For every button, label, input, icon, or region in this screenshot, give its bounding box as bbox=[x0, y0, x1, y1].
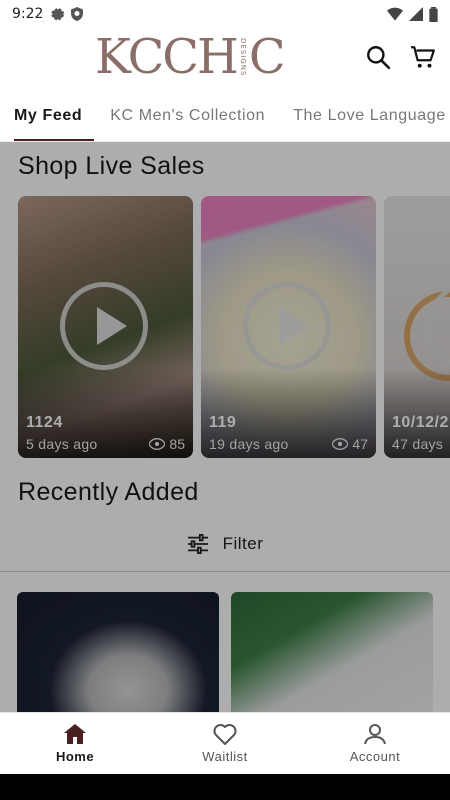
live-sale-age: 47 days bbox=[392, 436, 444, 452]
tab-my-feed[interactable]: My Feed bbox=[0, 90, 96, 141]
live-sale-card[interactable]: 10/12/2 47 days bbox=[384, 196, 450, 458]
main-feed: Shop Live Sales 1124 5 days ago 85 119 1… bbox=[0, 142, 450, 712]
shield-icon bbox=[71, 7, 84, 21]
filter-button[interactable]: Filter bbox=[0, 516, 450, 572]
live-sale-age: 19 days ago bbox=[209, 436, 289, 452]
heart-icon bbox=[213, 724, 237, 745]
nav-home-label: Home bbox=[55, 749, 95, 764]
settings-icon bbox=[51, 8, 65, 21]
product-image bbox=[17, 592, 219, 712]
app-screen: 9:22 KCCH DESIGNS C My Feed KC Men's Col… bbox=[0, 0, 450, 774]
nav-waitlist-label: Waitlist bbox=[202, 749, 248, 764]
nav-waitlist[interactable]: Waitlist bbox=[150, 713, 300, 774]
wifi-icon bbox=[387, 7, 403, 21]
logo-designs-text: DESIGNS bbox=[238, 37, 247, 77]
play-icon[interactable] bbox=[243, 282, 331, 370]
category-tabs: My Feed KC Men's Collection The Love Lan… bbox=[0, 90, 450, 142]
live-sale-card[interactable]: 1124 5 days ago 85 bbox=[18, 196, 193, 458]
product-card[interactable] bbox=[17, 592, 219, 712]
status-time: 9:22 bbox=[12, 6, 44, 22]
eye-icon bbox=[332, 438, 349, 450]
eye-icon bbox=[149, 438, 166, 450]
system-gesture-bar bbox=[0, 774, 450, 800]
brand-logo[interactable]: KCCH DESIGNS C bbox=[95, 32, 360, 82]
live-sale-views: 85 bbox=[149, 436, 185, 452]
shop-live-sales-title: Shop Live Sales bbox=[18, 152, 205, 180]
nav-account[interactable]: Account bbox=[300, 713, 450, 774]
search-icon[interactable] bbox=[365, 44, 391, 70]
status-right-icons bbox=[387, 6, 438, 22]
logo-end-text: C bbox=[248, 29, 286, 85]
home-icon bbox=[64, 724, 86, 744]
live-sale-card[interactable]: 119 19 days ago 47 bbox=[201, 196, 376, 458]
filter-label: Filter bbox=[222, 533, 264, 553]
logo-main-text: KCCH bbox=[95, 29, 239, 85]
live-sale-views: 47 bbox=[332, 436, 368, 452]
views-count: 47 bbox=[352, 436, 368, 452]
cart-icon[interactable] bbox=[410, 44, 436, 70]
live-sale-title: 10/12/2 bbox=[392, 414, 449, 431]
recently-added-title: Recently Added bbox=[18, 478, 199, 506]
filter-sliders-icon bbox=[187, 533, 208, 554]
product-card[interactable] bbox=[231, 592, 433, 712]
app-header: KCCH DESIGNS C bbox=[0, 28, 450, 88]
status-left-icons bbox=[51, 7, 84, 21]
live-sale-title: 1124 bbox=[26, 414, 63, 431]
bottom-navigation: Home Waitlist Account bbox=[0, 712, 450, 774]
play-icon[interactable] bbox=[60, 282, 148, 370]
nav-home[interactable]: Home bbox=[0, 713, 150, 774]
views-count: 85 bbox=[169, 436, 185, 452]
status-bar: 9:22 bbox=[0, 0, 450, 28]
live-sale-age: 5 days ago bbox=[26, 436, 98, 452]
battery-icon bbox=[429, 6, 438, 22]
live-sale-title: 119 bbox=[209, 414, 237, 431]
account-icon bbox=[364, 724, 386, 745]
tab-kc-mens-collection[interactable]: KC Men's Collection bbox=[96, 90, 279, 141]
signal-icon bbox=[409, 7, 423, 21]
product-image bbox=[231, 592, 433, 712]
tab-the-love-language[interactable]: The Love Language bbox=[279, 90, 450, 141]
nav-account-label: Account bbox=[349, 749, 401, 764]
